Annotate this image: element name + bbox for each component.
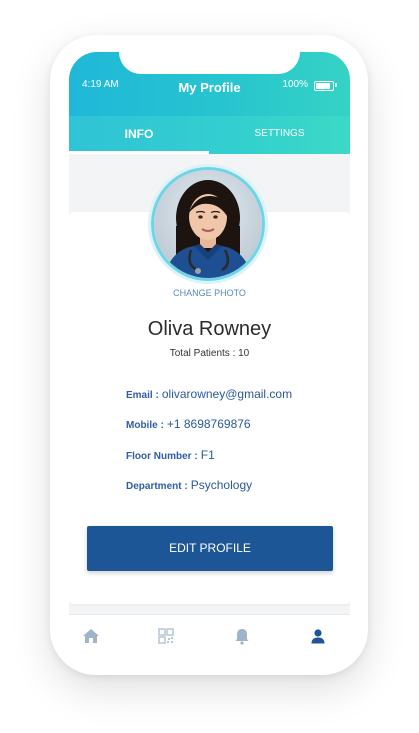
nav-qr-code[interactable] [155, 625, 177, 647]
profile-name: Oliva Rowney [147, 318, 272, 340]
tab-info[interactable]: INFO [69, 116, 209, 154]
bell-icon [235, 629, 249, 645]
total-patients: Total Patients : 10 [169, 348, 250, 359]
tab-settings[interactable]: SETTINGS [209, 116, 350, 154]
top-bar: 4:19 AM My Profile 100% [69, 52, 350, 116]
app-screen: 4:19 AM My Profile 100% INFO SETTINGS CH… [69, 52, 350, 658]
nav-profile[interactable] [307, 625, 329, 647]
profile-avatar[interactable] [151, 167, 265, 281]
department-label: Department : [126, 481, 188, 492]
email-label: Email : [126, 390, 159, 401]
battery-percentage: 100% [282, 79, 308, 90]
user-icon [311, 629, 325, 644]
mobile-label: Mobile : [126, 420, 164, 431]
avatar-image [154, 170, 262, 278]
department-value: Psychology [190, 478, 253, 492]
floor-label: Floor Number : [126, 451, 198, 462]
battery-icon [314, 81, 334, 91]
email-value: olivarowney@gmail.com [161, 387, 293, 401]
nav-home[interactable] [80, 625, 102, 647]
department-row: Department : Psychology [126, 478, 252, 492]
home-icon [83, 629, 99, 643]
mobile-row: Mobile : +1 8698769876 [126, 417, 251, 431]
tab-bar: INFO SETTINGS [69, 116, 350, 154]
phone-notch [119, 52, 300, 74]
battery-tip [335, 83, 337, 87]
change-photo-link[interactable]: CHANGE PHOTO [69, 288, 350, 298]
bottom-navigation [69, 614, 350, 658]
floor-value: F1 [200, 448, 215, 462]
email-row: Email : olivarowney@gmail.com [126, 387, 292, 401]
nav-notifications[interactable] [231, 625, 253, 647]
mobile-value: +1 8698769876 [166, 417, 251, 431]
qr-code-icon [158, 628, 174, 644]
floor-row: Floor Number : F1 [126, 448, 215, 462]
edit-profile-button[interactable]: EDIT PROFILE [87, 526, 333, 571]
